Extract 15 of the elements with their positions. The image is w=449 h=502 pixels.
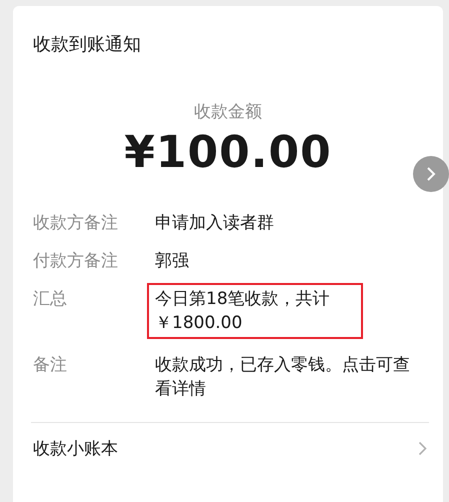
- field-label: 汇总: [33, 288, 68, 311]
- notification-title: 收款到账通知: [32, 33, 142, 56]
- chevron-right-icon: [426, 166, 436, 182]
- field-label: 付款方备注: [33, 250, 119, 273]
- chevron-right-icon: [418, 441, 427, 456]
- amount-value: ¥100.00: [124, 127, 332, 178]
- highlighted-field-value: 今日第18笔收款，共计￥1800.00: [147, 283, 363, 339]
- field-value: 收款成功，已存入零钱。点击可查看详情: [155, 354, 411, 401]
- ledger-link[interactable]: 收款小账本: [13, 423, 443, 460]
- field-label: 备注: [33, 354, 68, 377]
- field-value: 申请加入读者群: [155, 212, 275, 235]
- next-button[interactable]: [413, 156, 449, 192]
- field-value: 郭强: [155, 250, 190, 273]
- field-label: 收款方备注: [33, 212, 119, 235]
- amount-label: 收款金额: [193, 101, 263, 123]
